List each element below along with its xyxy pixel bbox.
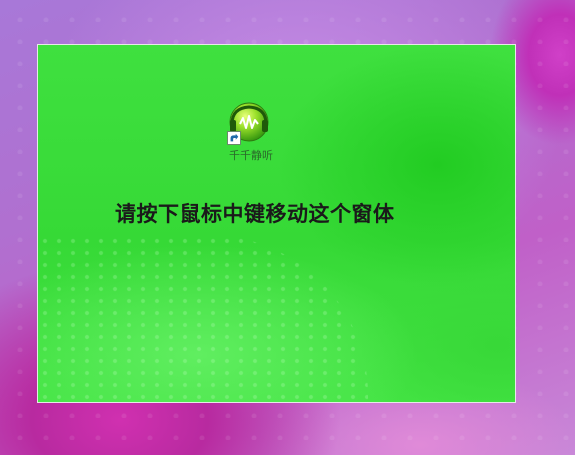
draggable-window[interactable]: 千千静听 请按下鼠标中键移动这个窗体: [37, 44, 516, 403]
shortcut-arrow-icon: [227, 131, 241, 145]
instruction-text: 请按下鼠标中键移动这个窗体: [115, 201, 395, 226]
desktop-icon-label: 千千静听: [229, 149, 273, 162]
window-background-texture: [38, 235, 368, 402]
